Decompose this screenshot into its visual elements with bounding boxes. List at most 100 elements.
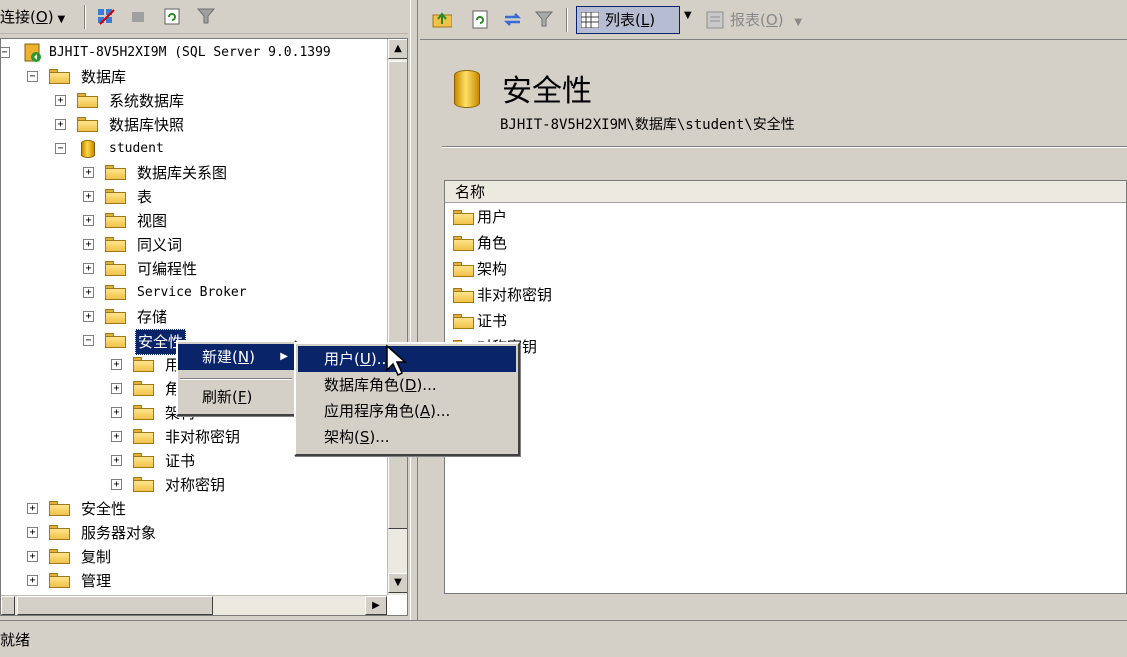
expand-icon[interactable]: + (111, 479, 122, 490)
pane-splitter[interactable] (410, 0, 418, 620)
scroll-left-icon[interactable] (1, 596, 15, 615)
collapse-icon[interactable]: − (1, 47, 10, 58)
expand-icon[interactable]: + (83, 287, 94, 298)
filter-icon[interactable] (534, 9, 554, 29)
expand-icon[interactable]: + (27, 575, 38, 586)
object-explorer-toolbar: 连接(O) ▼ (0, 0, 408, 34)
refresh-icon[interactable] (162, 6, 184, 28)
folder-icon (105, 333, 126, 348)
list-icon (581, 12, 599, 28)
folder-icon (453, 210, 474, 225)
expand-icon[interactable]: + (83, 311, 94, 322)
status-text: 就绪 (0, 631, 31, 649)
tree-label: 对称密钥 (165, 476, 226, 494)
up-folder-icon[interactable] (432, 9, 452, 29)
connect-button[interactable]: 连接(O) ▼ (0, 6, 65, 28)
folder-icon (77, 117, 98, 132)
tree-label: 可编程性 (137, 260, 198, 278)
scroll-down-icon[interactable]: ▼ (388, 573, 407, 593)
menu-item-refresh[interactable]: 刷新(F) (178, 384, 294, 410)
report-icon (706, 11, 724, 29)
collapse-icon[interactable]: − (83, 335, 94, 346)
list-item-label: 用户 (477, 208, 508, 226)
report-label: 报表 (730, 11, 761, 29)
breadcrumb: BJHIT-8V5H2XI9M\数据库\student\安全性 (500, 117, 795, 133)
column-header-name[interactable]: 名称 (445, 181, 1126, 203)
scroll-thumb[interactable] (388, 61, 407, 529)
expand-icon[interactable]: + (83, 215, 94, 226)
expand-icon[interactable]: + (27, 527, 38, 538)
collapse-icon[interactable]: − (55, 143, 66, 154)
chevron-down-icon: ▼ (794, 17, 803, 28)
expand-icon[interactable]: + (27, 503, 38, 514)
folder-icon (49, 525, 70, 540)
menu-separator (180, 378, 292, 380)
menu-item-new-application-role[interactable]: 应用程序角色(A)... (298, 398, 516, 424)
scroll-up-icon[interactable]: ▲ (388, 39, 407, 59)
collapse-icon[interactable]: − (27, 71, 38, 82)
expand-icon[interactable]: + (111, 455, 122, 466)
tree-label: 证书 (165, 452, 196, 470)
tree-label: Service Broker (137, 285, 247, 300)
expand-icon[interactable]: + (83, 239, 94, 250)
connect-label: 连接 (0, 8, 31, 26)
connect-accel: O (35, 8, 48, 26)
folder-icon (133, 453, 154, 468)
menu-item-label: 新建 (202, 348, 233, 366)
expand-icon[interactable]: + (83, 167, 94, 178)
summary-list[interactable]: 名称 用户 角色 架构 非对称密钥 证书 对称密钥 (444, 180, 1127, 594)
tree-label: 视图 (137, 212, 168, 230)
menu-item-label: 刷新 (202, 388, 233, 406)
expand-icon[interactable]: + (83, 263, 94, 274)
list-view-button[interactable]: 列表(L) (576, 6, 680, 34)
menu-item-new-schema[interactable]: 架构(S)... (298, 424, 516, 450)
folder-icon (453, 288, 474, 303)
divider (442, 146, 1127, 148)
scroll-thumb[interactable] (17, 596, 213, 615)
folder-icon (49, 501, 70, 516)
list-item-label: 架构 (477, 260, 508, 278)
expand-icon[interactable]: + (111, 431, 122, 442)
tree-label: 表 (137, 188, 153, 206)
status-bar: 就绪 (0, 620, 1127, 657)
vertical-scrollbar[interactable]: ▲ ▼ (387, 39, 407, 595)
expand-icon[interactable]: + (111, 359, 122, 370)
server-icon (24, 43, 41, 62)
chevron-down-icon: ▼ (57, 14, 66, 25)
tree-label: 数据库关系图 (137, 164, 228, 182)
scroll-right-icon[interactable]: ▶ (365, 596, 387, 615)
menu-item-suffix: ... (375, 428, 390, 446)
folder-icon (133, 429, 154, 444)
expand-icon[interactable]: + (83, 191, 94, 202)
folder-icon (133, 357, 154, 372)
tree-label: 服务器对象 (81, 524, 157, 542)
horizontal-scrollbar[interactable]: ▶ (1, 595, 387, 615)
filter-icon[interactable] (196, 6, 218, 28)
toolbar-separator (84, 5, 86, 29)
menu-item-new[interactable]: 新建(N) ▶ (178, 344, 294, 370)
expand-icon[interactable]: + (55, 95, 66, 106)
tree-label: 存储 (137, 308, 168, 326)
context-menu: 新建(N) ▶ 刷新(F) (176, 340, 296, 416)
expand-icon[interactable]: + (111, 383, 122, 394)
expand-icon[interactable]: + (111, 407, 122, 418)
page-title: 安全性 (502, 74, 592, 109)
menu-item-label: 架构 (324, 428, 355, 446)
refresh-icon[interactable] (470, 9, 490, 29)
folder-icon (453, 314, 474, 329)
sync-icon[interactable] (502, 9, 522, 29)
list-view-label: 列表 (605, 11, 636, 29)
menu-item-accel: A (419, 402, 431, 420)
folder-icon (49, 549, 70, 564)
expand-icon[interactable]: + (55, 119, 66, 130)
register-server-icon[interactable] (96, 6, 118, 28)
object-explorer-tree[interactable]: − BJHIT-8V5H2XI9M (SQL Server 9.0.1399 −… (0, 38, 408, 616)
chevron-down-icon[interactable]: ▼ (684, 10, 692, 21)
expand-icon[interactable]: + (27, 551, 38, 562)
folder-icon (105, 189, 126, 204)
database-icon (454, 70, 480, 108)
mouse-cursor-icon (386, 344, 407, 377)
database-icon (81, 140, 95, 158)
report-button[interactable]: 报表(O) ▼ (706, 8, 802, 32)
stop-icon[interactable] (128, 6, 150, 28)
